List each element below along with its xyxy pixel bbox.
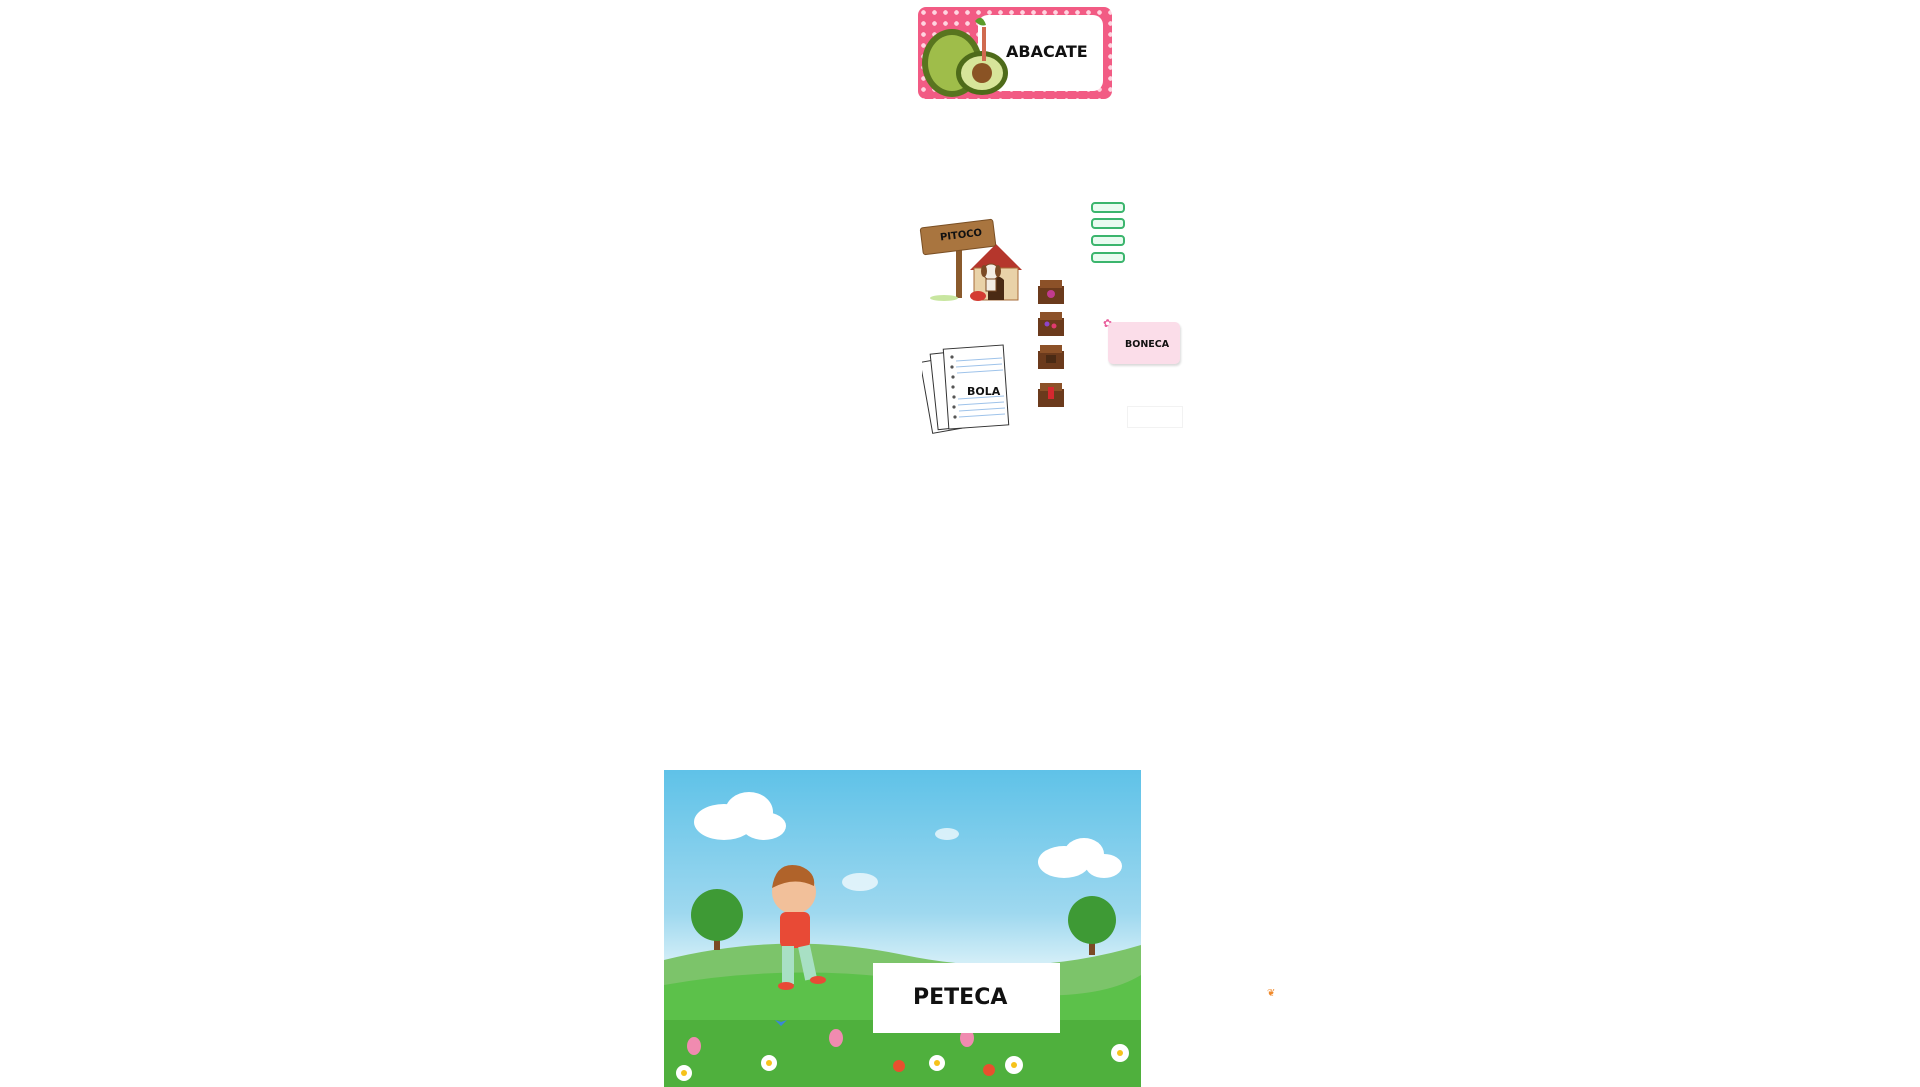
card-abacate-label: ABACATE bbox=[1006, 42, 1088, 61]
card-bola-label: BOLA bbox=[967, 385, 1001, 398]
chest-icon[interactable] bbox=[1036, 278, 1066, 306]
cloud-icon bbox=[694, 792, 1122, 891]
tree-icon bbox=[691, 889, 1116, 955]
card-boneca-label: BONECA bbox=[1125, 339, 1170, 350]
green-bar[interactable] bbox=[1091, 235, 1125, 246]
card-peteca[interactable]: PETECA bbox=[664, 770, 1141, 1087]
card-peteca-label: PETECA bbox=[913, 985, 1008, 1010]
dog-icon bbox=[981, 263, 1001, 292]
card-bola[interactable]: BOLA bbox=[922, 343, 1018, 441]
butterfly-icon: ❦ bbox=[1267, 988, 1276, 999]
empty-box bbox=[1127, 406, 1183, 428]
card-boneca[interactable]: BONECA bbox=[1108, 322, 1180, 364]
chest-icon[interactable] bbox=[1036, 343, 1066, 371]
chest-icon[interactable] bbox=[1036, 310, 1066, 338]
card-abacate[interactable]: ABACATE bbox=[918, 7, 1112, 99]
card-pitoco[interactable]: PITOCO bbox=[918, 214, 1026, 304]
chest-icon[interactable] bbox=[1036, 381, 1066, 409]
green-bar[interactable] bbox=[1091, 202, 1125, 213]
green-bar[interactable] bbox=[1091, 252, 1125, 263]
avocado-icon bbox=[922, 17, 1008, 97]
green-bar[interactable] bbox=[1091, 218, 1125, 229]
peteca-label-card: PETECA bbox=[873, 963, 1060, 1033]
meadow-scene bbox=[664, 792, 1141, 1087]
